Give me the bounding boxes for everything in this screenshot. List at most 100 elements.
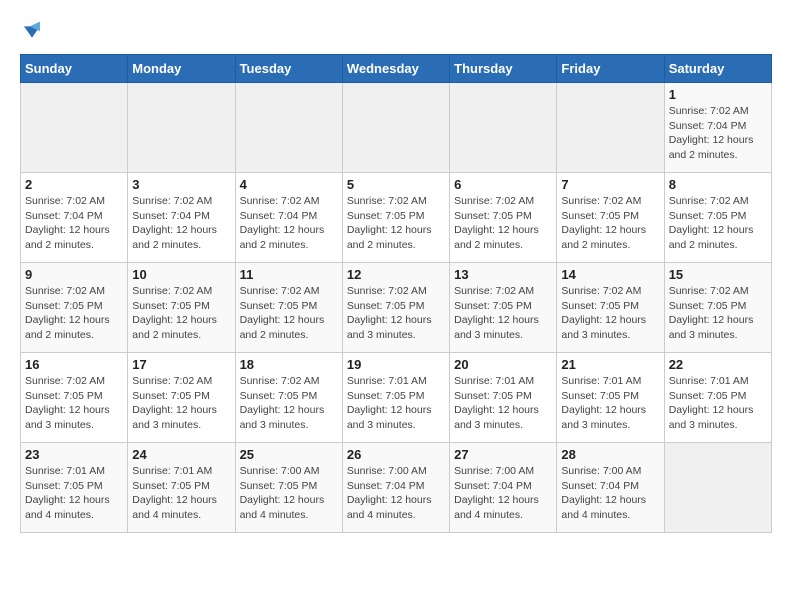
day-number: 26	[347, 447, 445, 462]
day-number: 10	[132, 267, 230, 282]
day-info: Sunrise: 7:02 AM Sunset: 7:04 PM Dayligh…	[669, 104, 767, 163]
day-number: 28	[561, 447, 659, 462]
calendar-cell: 17 Sunrise: 7:02 AM Sunset: 7:05 PM Dayli…	[128, 353, 235, 443]
day-number: 9	[25, 267, 123, 282]
calendar-cell: 15 Sunrise: 7:02 AM Sunset: 7:05 PM Dayli…	[664, 263, 771, 353]
calendar-cell: 10 Sunrise: 7:02 AM Sunset: 7:05 PM Dayli…	[128, 263, 235, 353]
day-info: Sunrise: 7:02 AM Sunset: 7:05 PM Dayligh…	[669, 284, 767, 343]
calendar-cell: 1 Sunrise: 7:02 AM Sunset: 7:04 PM Daylig…	[664, 83, 771, 173]
day-number: 21	[561, 357, 659, 372]
day-number: 20	[454, 357, 552, 372]
day-info: Sunrise: 7:02 AM Sunset: 7:05 PM Dayligh…	[561, 194, 659, 253]
calendar-cell: 7 Sunrise: 7:02 AM Sunset: 7:05 PM Daylig…	[557, 173, 664, 263]
day-number: 22	[669, 357, 767, 372]
day-info: Sunrise: 7:02 AM Sunset: 7:04 PM Dayligh…	[25, 194, 123, 253]
week-row-5: 23 Sunrise: 7:01 AM Sunset: 7:05 PM Dayli…	[21, 443, 772, 533]
day-number: 25	[240, 447, 338, 462]
calendar-cell	[128, 83, 235, 173]
day-number: 12	[347, 267, 445, 282]
calendar-cell: 3 Sunrise: 7:02 AM Sunset: 7:04 PM Daylig…	[128, 173, 235, 263]
calendar-cell: 14 Sunrise: 7:02 AM Sunset: 7:05 PM Dayli…	[557, 263, 664, 353]
day-number: 1	[669, 87, 767, 102]
day-info: Sunrise: 7:01 AM Sunset: 7:05 PM Dayligh…	[347, 374, 445, 433]
logo-icon	[20, 20, 44, 44]
calendar-header: SundayMondayTuesdayWednesdayThursdayFrid…	[21, 55, 772, 83]
day-info: Sunrise: 7:02 AM Sunset: 7:04 PM Dayligh…	[240, 194, 338, 253]
day-info: Sunrise: 7:00 AM Sunset: 7:04 PM Dayligh…	[561, 464, 659, 523]
day-number: 17	[132, 357, 230, 372]
calendar-cell: 27 Sunrise: 7:00 AM Sunset: 7:04 PM Dayli…	[450, 443, 557, 533]
calendar-cell	[557, 83, 664, 173]
calendar-cell: 11 Sunrise: 7:02 AM Sunset: 7:05 PM Dayli…	[235, 263, 342, 353]
calendar-cell: 5 Sunrise: 7:02 AM Sunset: 7:05 PM Daylig…	[342, 173, 449, 263]
day-info: Sunrise: 7:02 AM Sunset: 7:05 PM Dayligh…	[347, 194, 445, 253]
day-number: 23	[25, 447, 123, 462]
logo	[20, 20, 48, 44]
calendar-cell	[235, 83, 342, 173]
day-info: Sunrise: 7:00 AM Sunset: 7:05 PM Dayligh…	[240, 464, 338, 523]
page-header	[20, 20, 772, 44]
calendar-cell: 20Sunrise: 7:01 AM Sunset: 7:05 PM Dayli…	[450, 353, 557, 443]
calendar-cell: 19 Sunrise: 7:01 AM Sunset: 7:05 PM Dayli…	[342, 353, 449, 443]
weekday-header-wednesday: Wednesday	[342, 55, 449, 83]
day-info: Sunrise: 7:02 AM Sunset: 7:05 PM Dayligh…	[132, 284, 230, 343]
calendar-cell: 26 Sunrise: 7:00 AM Sunset: 7:04 PM Dayli…	[342, 443, 449, 533]
day-number: 18	[240, 357, 338, 372]
day-info: Sunrise: 7:02 AM Sunset: 7:04 PM Dayligh…	[132, 194, 230, 253]
calendar-table: SundayMondayTuesdayWednesdayThursdayFrid…	[20, 54, 772, 533]
calendar-cell: 4 Sunrise: 7:02 AM Sunset: 7:04 PM Daylig…	[235, 173, 342, 263]
weekday-header-monday: Monday	[128, 55, 235, 83]
calendar-cell	[342, 83, 449, 173]
day-info: Sunrise: 7:02 AM Sunset: 7:05 PM Dayligh…	[25, 284, 123, 343]
week-row-4: 16 Sunrise: 7:02 AM Sunset: 7:05 PM Dayli…	[21, 353, 772, 443]
week-row-3: 9 Sunrise: 7:02 AM Sunset: 7:05 PM Daylig…	[21, 263, 772, 353]
day-info: Sunrise: 7:01 AM Sunset: 7:05 PM Dayligh…	[25, 464, 123, 523]
day-number: 2	[25, 177, 123, 192]
weekday-header-sunday: Sunday	[21, 55, 128, 83]
day-number: 13	[454, 267, 552, 282]
calendar-body: 1 Sunrise: 7:02 AM Sunset: 7:04 PM Daylig…	[21, 83, 772, 533]
day-info: Sunrise: 7:02 AM Sunset: 7:05 PM Dayligh…	[240, 374, 338, 433]
day-number: 14	[561, 267, 659, 282]
calendar-cell: 23 Sunrise: 7:01 AM Sunset: 7:05 PM Dayli…	[21, 443, 128, 533]
day-info: Sunrise: 7:01 AM Sunset: 7:05 PM Dayligh…	[561, 374, 659, 433]
day-info: Sunrise: 7:02 AM Sunset: 7:05 PM Dayligh…	[561, 284, 659, 343]
calendar-cell: 21 Sunrise: 7:01 AM Sunset: 7:05 PM Dayli…	[557, 353, 664, 443]
day-info: Sunrise: 7:02 AM Sunset: 7:05 PM Dayligh…	[347, 284, 445, 343]
calendar-cell: 13 Sunrise: 7:02 AM Sunset: 7:05 PM Dayli…	[450, 263, 557, 353]
calendar-cell: 6Sunrise: 7:02 AM Sunset: 7:05 PM Daylig…	[450, 173, 557, 263]
day-number: 8	[669, 177, 767, 192]
day-number: 16	[25, 357, 123, 372]
day-info: Sunrise: 7:00 AM Sunset: 7:04 PM Dayligh…	[347, 464, 445, 523]
day-number: 19	[347, 357, 445, 372]
day-number: 24	[132, 447, 230, 462]
day-info: Sunrise: 7:02 AM Sunset: 7:05 PM Dayligh…	[240, 284, 338, 343]
calendar-cell: 22 Sunrise: 7:01 AM Sunset: 7:05 PM Dayli…	[664, 353, 771, 443]
day-number: 4	[240, 177, 338, 192]
day-info: Sunrise: 7:01 AM Sunset: 7:05 PM Dayligh…	[669, 374, 767, 433]
calendar-cell: 2 Sunrise: 7:02 AM Sunset: 7:04 PM Daylig…	[21, 173, 128, 263]
calendar-cell: 9 Sunrise: 7:02 AM Sunset: 7:05 PM Daylig…	[21, 263, 128, 353]
weekday-header-tuesday: Tuesday	[235, 55, 342, 83]
day-info: Sunrise: 7:02 AM Sunset: 7:05 PM Dayligh…	[25, 374, 123, 433]
day-info: Sunrise: 7:02 AM Sunset: 7:05 PM Dayligh…	[132, 374, 230, 433]
calendar-cell	[21, 83, 128, 173]
weekday-header-saturday: Saturday	[664, 55, 771, 83]
day-info: Sunrise: 7:02 AM Sunset: 7:05 PM Dayligh…	[454, 284, 552, 343]
day-number: 3	[132, 177, 230, 192]
week-row-2: 2 Sunrise: 7:02 AM Sunset: 7:04 PM Daylig…	[21, 173, 772, 263]
day-number: 15	[669, 267, 767, 282]
calendar-cell: 8 Sunrise: 7:02 AM Sunset: 7:05 PM Daylig…	[664, 173, 771, 263]
day-info: Sunrise: 7:00 AM Sunset: 7:04 PM Dayligh…	[454, 464, 552, 523]
day-number: 11	[240, 267, 338, 282]
day-number: 27	[454, 447, 552, 462]
calendar-cell: 12 Sunrise: 7:02 AM Sunset: 7:05 PM Dayli…	[342, 263, 449, 353]
day-number: 6	[454, 177, 552, 192]
day-info: Sunrise: 7:02 AM Sunset: 7:05 PM Dayligh…	[669, 194, 767, 253]
calendar-cell: 25 Sunrise: 7:00 AM Sunset: 7:05 PM Dayli…	[235, 443, 342, 533]
day-number: 7	[561, 177, 659, 192]
day-number: 5	[347, 177, 445, 192]
weekday-header-thursday: Thursday	[450, 55, 557, 83]
day-info: Sunrise: 7:01 AM Sunset: 7:05 PM Dayligh…	[132, 464, 230, 523]
calendar-cell: 24 Sunrise: 7:01 AM Sunset: 7:05 PM Dayli…	[128, 443, 235, 533]
